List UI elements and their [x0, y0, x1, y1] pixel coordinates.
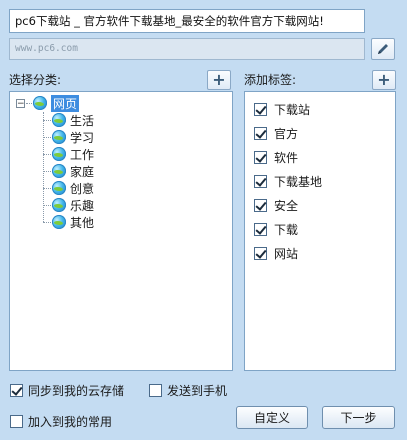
tag-item[interactable]: 安全	[254, 196, 298, 214]
tag-checkbox[interactable]	[254, 126, 267, 140]
globe-icon	[33, 96, 47, 110]
tag-label: 官方	[274, 126, 299, 141]
tag-checkbox[interactable]	[254, 102, 267, 116]
tree-node-label[interactable]: 工作	[70, 146, 94, 163]
add-category-button[interactable]: +	[207, 70, 231, 90]
sync-cloud-option[interactable]: 同步到我的云存储	[10, 382, 124, 399]
tag-label: 安全	[274, 198, 299, 213]
tag-item[interactable]: 官方	[254, 124, 298, 142]
tree-connector	[43, 137, 51, 138]
tag-item[interactable]: 软件	[254, 148, 298, 166]
tree-node-label[interactable]: 家庭	[70, 163, 94, 180]
tag-label: 下载站	[274, 102, 311, 117]
pencil-icon	[378, 44, 388, 54]
tag-label: 下载	[274, 222, 299, 237]
tree-connector	[43, 154, 51, 155]
send-phone-option[interactable]: 发送到手机	[149, 382, 227, 399]
title-input[interactable]: pc6下载站 _ 官方软件下载基地_最安全的软件官方下载网站!	[9, 9, 365, 33]
tag-item[interactable]: 网站	[254, 244, 298, 262]
tree-node-label[interactable]: 乐趣	[70, 197, 94, 214]
globe-icon	[52, 215, 66, 229]
globe-icon	[52, 181, 66, 195]
tree-connector	[43, 205, 51, 206]
tag-item[interactable]: 下载基地	[254, 172, 322, 190]
url-field[interactable]: www.pc6.com	[9, 38, 365, 60]
tag-checkbox[interactable]	[254, 150, 267, 164]
tag-checkbox[interactable]	[254, 174, 267, 188]
tree-connector	[43, 171, 51, 172]
plus-icon: +	[377, 70, 391, 89]
sync-cloud-label: 同步到我的云存储	[28, 384, 125, 398]
next-button[interactable]: 下一步	[322, 406, 395, 429]
globe-icon	[52, 147, 66, 161]
tag-checkbox[interactable]	[254, 198, 267, 212]
globe-icon	[52, 113, 66, 127]
tag-label: 下载基地	[274, 174, 323, 189]
plus-icon: +	[212, 70, 226, 89]
sync-cloud-checkbox[interactable]	[10, 384, 23, 397]
tree-node-label[interactable]: 创意	[70, 180, 94, 197]
globe-icon	[52, 198, 66, 212]
add-favorites-option[interactable]: 加入到我的常用	[10, 413, 112, 430]
add-favorites-label: 加入到我的常用	[28, 415, 113, 429]
collapse-toggle[interactable]: −	[16, 98, 25, 108]
tags-label: 添加标签:	[244, 73, 297, 87]
tag-label: 软件	[274, 150, 299, 165]
tree-node[interactable]: 其他	[38, 212, 94, 232]
tag-checkbox[interactable]	[254, 246, 267, 260]
tag-item[interactable]: 下载	[254, 220, 298, 238]
tree-connector	[43, 222, 51, 223]
tree-node-label[interactable]: 学习	[70, 129, 94, 146]
tree-connector	[43, 120, 51, 121]
globe-icon	[52, 130, 66, 144]
tree-node-label[interactable]: 其他	[70, 214, 94, 231]
add-tag-button[interactable]: +	[372, 70, 396, 90]
custom-button[interactable]: 自定义	[236, 406, 308, 429]
tree-connector	[43, 188, 51, 189]
tag-label: 网站	[274, 246, 299, 261]
tree-connector	[26, 103, 32, 104]
tree-root-label[interactable]: 网页	[51, 94, 80, 112]
send-phone-label: 发送到手机	[167, 384, 228, 398]
tag-list[interactable]: 下载站 官方 软件 下载基地 安全 下载 网站	[244, 91, 396, 371]
tag-item[interactable]: 下载站	[254, 100, 310, 118]
category-tree[interactable]: − 网页 生活 学习 工作 家庭 创意 乐趣 其他	[9, 91, 233, 371]
tree-node-label[interactable]: 生活	[70, 112, 94, 129]
send-phone-checkbox[interactable]	[149, 384, 162, 397]
add-favorites-checkbox[interactable]	[10, 415, 23, 428]
tag-checkbox[interactable]	[254, 222, 267, 236]
category-label: 选择分类:	[9, 73, 62, 87]
edit-url-button[interactable]	[371, 38, 395, 60]
globe-icon	[52, 164, 66, 178]
